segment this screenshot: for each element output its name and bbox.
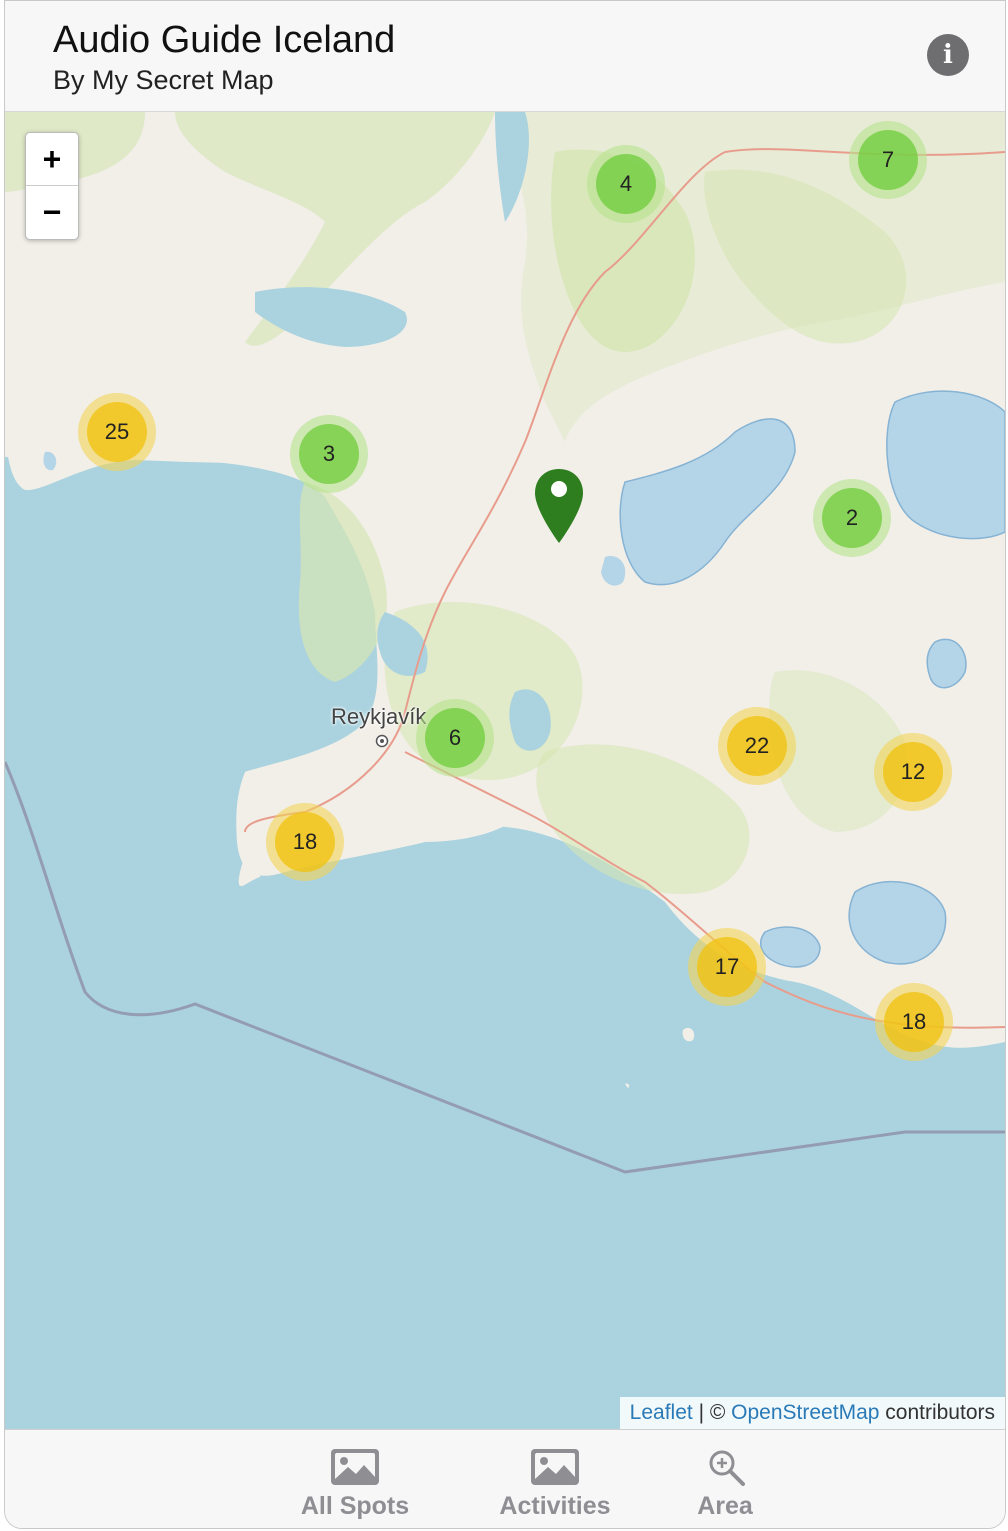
zoom-out-button[interactable]: − bbox=[26, 186, 78, 238]
tab-label: Area bbox=[697, 1492, 753, 1520]
cluster-count: 12 bbox=[883, 742, 943, 802]
attribution-suffix: contributors bbox=[879, 1401, 995, 1424]
cluster-marker[interactable]: 3 bbox=[290, 415, 368, 493]
cluster-marker[interactable]: 4 bbox=[587, 145, 665, 223]
cluster-count: 6 bbox=[425, 708, 485, 768]
header: Audio Guide Iceland By My Secret Map i bbox=[5, 1, 1005, 112]
cluster-marker[interactable]: 18 bbox=[266, 803, 344, 881]
cluster-marker[interactable]: 25 bbox=[78, 393, 156, 471]
cluster-marker[interactable]: 17 bbox=[688, 928, 766, 1006]
cluster-marker[interactable]: 12 bbox=[874, 733, 952, 811]
cluster-count: 17 bbox=[697, 937, 757, 997]
cluster-count: 18 bbox=[275, 812, 335, 872]
cluster-marker[interactable]: 6 bbox=[416, 699, 494, 777]
cluster-marker[interactable]: 2 bbox=[813, 479, 891, 557]
tab-all-spots[interactable]: All Spots bbox=[285, 1430, 425, 1528]
cluster-marker[interactable]: 18 bbox=[875, 983, 953, 1061]
app-subtitle: By My Secret Map bbox=[53, 65, 274, 95]
zoom-control: + − bbox=[25, 132, 79, 240]
app-frame: Audio Guide Iceland By My Secret Map i +… bbox=[4, 0, 1006, 1529]
tab-bar: All Spots Activities Area bbox=[5, 1429, 1005, 1528]
magnifier-icon bbox=[709, 1450, 745, 1486]
photo-icon bbox=[531, 1449, 579, 1485]
leaflet-link[interactable]: Leaflet bbox=[630, 1401, 693, 1424]
cluster-count: 7 bbox=[858, 130, 918, 190]
tab-label: All Spots bbox=[300, 1492, 410, 1520]
info-icon[interactable]: i bbox=[927, 34, 969, 76]
cluster-marker[interactable]: 7 bbox=[849, 121, 927, 199]
cluster-count: 3 bbox=[299, 424, 359, 484]
city-marker-icon bbox=[375, 734, 389, 748]
openstreetmap-link[interactable]: OpenStreetMap bbox=[731, 1401, 879, 1424]
cluster-count: 2 bbox=[822, 488, 882, 548]
cluster-marker[interactable]: 22 bbox=[718, 707, 796, 785]
location-pin-icon[interactable] bbox=[533, 467, 585, 545]
photo-icon bbox=[331, 1449, 379, 1485]
map-tiles bbox=[5, 112, 1005, 1174]
tab-label: Activities bbox=[499, 1492, 611, 1520]
zoom-in-button[interactable]: + bbox=[26, 133, 78, 186]
app-title: Audio Guide Iceland bbox=[53, 19, 396, 61]
city-label: Reykjavík bbox=[331, 704, 427, 729]
map-attribution: Leaflet | © OpenStreetMap contributors bbox=[619, 1397, 1005, 1429]
cluster-count: 22 bbox=[727, 716, 787, 776]
map[interactable]: + − 4 7 25 3 2 6 22 12 18 17 18 Reykjaví… bbox=[5, 112, 1005, 1429]
attribution-separator: | © bbox=[692, 1401, 732, 1424]
cluster-count: 4 bbox=[596, 154, 656, 214]
tab-area[interactable]: Area bbox=[675, 1430, 775, 1528]
tab-activities[interactable]: Activities bbox=[485, 1430, 625, 1528]
cluster-count: 18 bbox=[884, 992, 944, 1052]
cluster-count: 25 bbox=[87, 402, 147, 462]
